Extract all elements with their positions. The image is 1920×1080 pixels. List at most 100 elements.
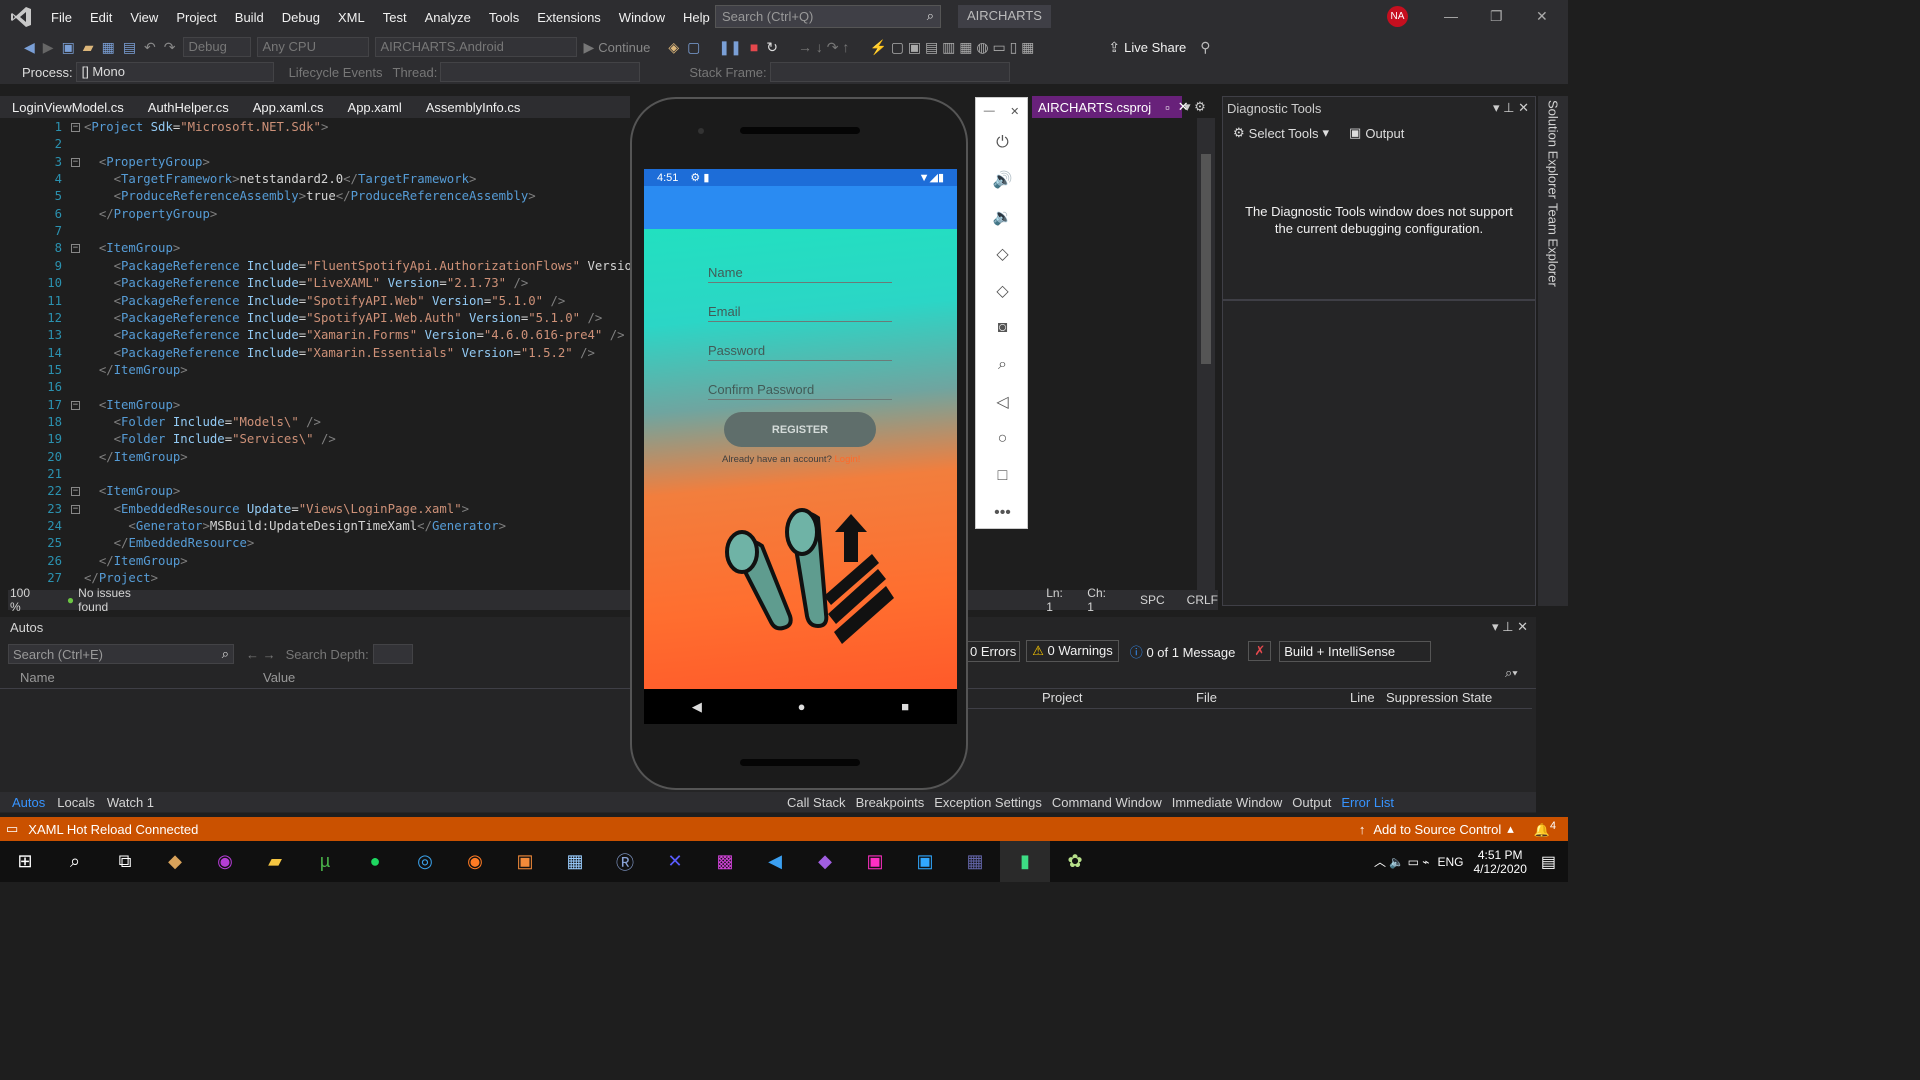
notifications-icon[interactable]: 🔔4 [1534,820,1556,838]
vscode-icon[interactable]: ◀ [750,841,800,882]
pin-icon[interactable]: ▫ [1165,100,1170,115]
tab-exception-settings[interactable]: Exception Settings [934,795,1042,810]
tab-immediate-window[interactable]: Immediate Window [1172,795,1283,810]
name-field[interactable]: Name [708,265,892,283]
app-icon[interactable]: Ⓡ [600,841,650,882]
tab-locals[interactable]: Locals [57,795,95,810]
search-icon[interactable]: ⌕ [50,841,100,882]
new-project-icon[interactable]: ▣ [62,39,75,56]
back-icon[interactable]: ◁ [976,383,1029,420]
clock[interactable]: 4:51 PM 4/12/2020 [1473,848,1526,876]
menu-debug[interactable]: Debug [273,10,329,25]
tab-error-list[interactable]: Error List [1341,795,1394,810]
find-icon[interactable]: ◈ [668,39,679,56]
fold-toggle-icon[interactable]: − [71,123,80,132]
nav-home-icon[interactable]: ● [798,699,806,714]
hot-reload-status[interactable]: XAML Hot Reload Connected [28,822,198,837]
tab-output[interactable]: Output [1292,795,1331,810]
tray-icons[interactable]: ︿ 🔈 ▭ ⌁ [1374,853,1430,870]
volume-up-icon[interactable]: 🔊 [976,161,1029,198]
fold-toggle-icon[interactable]: − [71,244,80,254]
maximize-button[interactable]: ❐ [1490,8,1503,25]
adobe-xd-icon[interactable]: ▣ [850,841,900,882]
rotate-right-icon[interactable]: ◇ [976,272,1029,309]
code-editor[interactable]: 1− <Project Sdk="Microsoft.NET.Sdk"> 2 3− <… [8,118,1218,590]
tab-appxamlcs[interactable]: App.xaml.cs [241,98,336,117]
clear-filter-icon[interactable]: ✗ [1248,641,1272,661]
menu-help[interactable]: Help [674,10,719,25]
visual-studio-icon[interactable]: ◆ [800,841,850,882]
select-tools-button[interactable]: Select Tools [1249,126,1319,141]
register-button[interactable]: REGISTER [724,412,876,447]
solution-explorer-tab[interactable]: Solution Explorer [1546,100,1561,199]
file-explorer-icon[interactable]: ▰ [250,841,300,882]
tab-autos[interactable]: Autos [12,795,45,810]
email-field[interactable]: Email [708,304,892,322]
fold-toggle-icon[interactable]: − [71,504,80,514]
windows-start-icon[interactable]: ⊞ [0,841,50,882]
back-icon[interactable]: ◀ [24,39,35,56]
menu-view[interactable]: View [121,10,167,25]
app-icon[interactable]: ✿ [1050,841,1100,882]
stop-icon[interactable]: ■ [750,39,758,55]
step-icons[interactable]: → ↓ ↷ ↑ [798,39,849,56]
autos-search-input[interactable]: Search (Ctrl+E) ⌕ [8,644,234,664]
tab-authhelpercs[interactable]: AuthHelper.cs [136,98,241,117]
issues-status[interactable]: No issues found [78,586,146,614]
app-icon[interactable]: ◆ [150,841,200,882]
tab-assemblyinfocs[interactable]: AssemblyInfo.cs [414,98,533,117]
nav-recents-icon[interactable]: ■ [901,699,909,714]
col-suppression-state[interactable]: Suppression State [1386,690,1492,705]
visual-studio-logo-icon[interactable] [0,0,42,34]
col-line[interactable]: Line [1350,690,1386,705]
rotate-left-icon[interactable]: ◇ [976,235,1029,272]
panel-controls-icon[interactable]: ▾ ⊥ ✕ [1492,619,1528,635]
panel-controls-icon[interactable]: ▾ ⊥ ✕ [1493,100,1529,116]
menu-test[interactable]: Test [374,10,416,25]
xamarin-icon[interactable]: ✕ [650,841,700,882]
col-project[interactable]: Project [1042,690,1196,705]
app-icon[interactable]: ▦ [550,841,600,882]
editor-scrollbar[interactable] [1197,118,1215,590]
project-select[interactable]: AIRCHARTS.Android [374,37,577,57]
menu-edit[interactable]: Edit [81,10,121,25]
search-icon[interactable]: ⌕▾ [1505,665,1518,681]
scroll-thumb[interactable] [1201,154,1211,364]
undo-icon[interactable]: ↶ [144,39,156,56]
tab-command-window[interactable]: Command Window [1052,795,1162,810]
jetbrains-icon[interactable]: ▩ [700,841,750,882]
warnings-filter[interactable]: ⚠ 0 Warnings [1026,640,1119,662]
config-select[interactable]: Debug [182,37,251,57]
language-indicator[interactable]: ENG [1437,855,1463,869]
menu-extensions[interactable]: Extensions [528,10,610,25]
menu-project[interactable]: Project [167,10,225,25]
overview-icon[interactable]: □ [976,457,1029,494]
messages-filter[interactable]: ⓘ 0 of 1 Message [1125,640,1241,663]
stack-frame-select[interactable] [769,62,1010,82]
play-icon[interactable]: ▶ [584,39,595,56]
output-button[interactable]: Output [1365,126,1404,141]
fold-toggle-icon[interactable]: − [71,400,80,410]
lifecycle-events[interactable]: Lifecycle Events [289,65,383,80]
menu-build[interactable]: Build [226,10,273,25]
more-icon[interactable]: ••• [976,494,1029,531]
utorrent-icon[interactable]: µ [300,841,350,882]
volume-down-icon[interactable]: 🔉 [976,198,1029,235]
source-control-button[interactable]: Add to Source Control [1373,822,1501,837]
close-window-button[interactable]: ✕ [1536,8,1548,25]
thread-select[interactable] [440,62,641,82]
spotify-icon[interactable]: ● [350,841,400,882]
quick-search-input[interactable]: Search (Ctrl+Q) ⌕ [715,5,941,28]
menu-file[interactable]: File [42,10,81,25]
minimize-button[interactable]: — [1444,8,1458,24]
password-field[interactable]: Password [708,343,892,361]
tab-overflow-icon[interactable]: ▾ ⚙ [1184,99,1206,115]
restart-icon[interactable]: ↻ [766,39,778,56]
forward-icon[interactable]: ▶ [43,39,54,56]
feedback-icon[interactable]: ⚲ [1200,39,1210,56]
edge-icon[interactable]: ◎ [400,841,450,882]
process-select[interactable]: [] Mono [75,62,274,82]
tab-airchartscsproj[interactable]: AIRCHARTS.csproj ▫ ✕ [1032,96,1189,118]
continue-button[interactable]: Continue [598,40,650,55]
team-explorer-tab[interactable]: Team Explorer [1546,203,1561,287]
